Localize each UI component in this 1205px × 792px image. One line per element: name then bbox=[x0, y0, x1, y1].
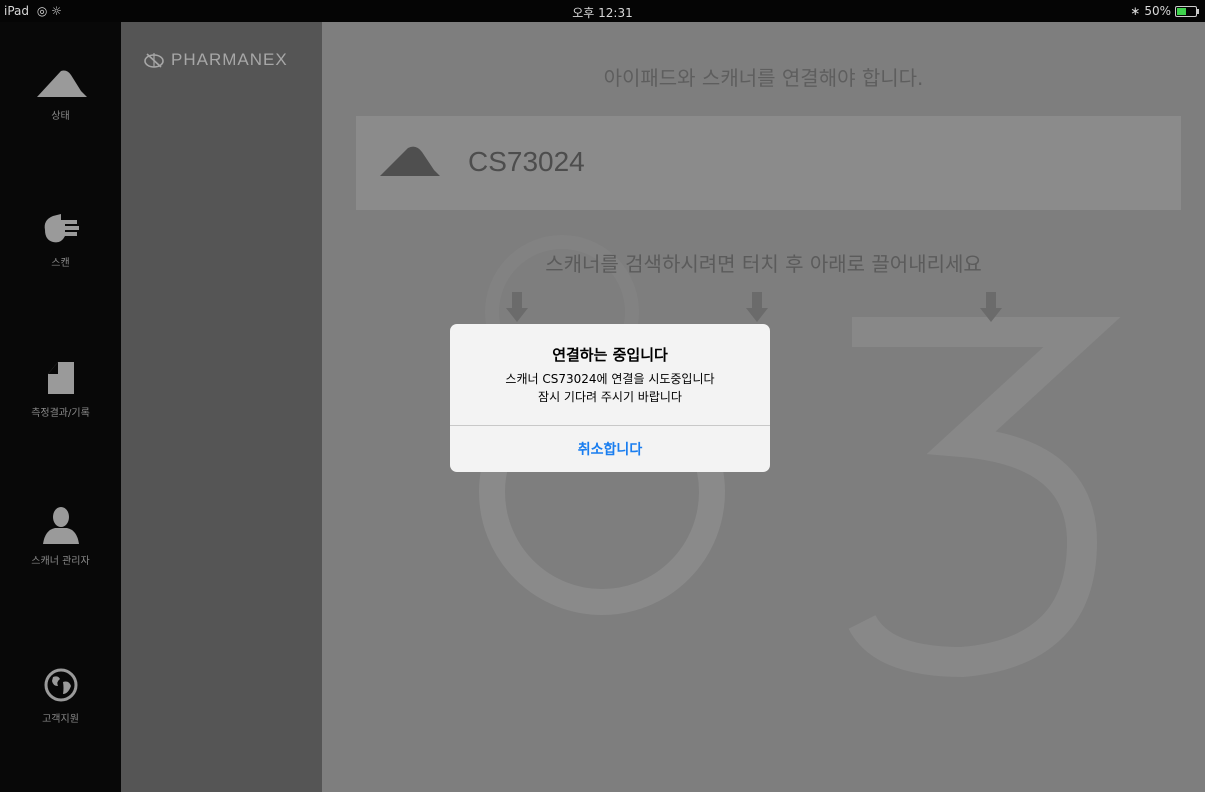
sidebar-item-status[interactable]: 상태 bbox=[0, 67, 121, 122]
sidebar-item-label: 상태 bbox=[51, 111, 70, 122]
sidebar-item-label: 스캐너 관리자 bbox=[31, 556, 90, 567]
sidebar-item-results[interactable]: 측정결과/기록 bbox=[0, 360, 121, 419]
pull-to-search-hint: 스캐너를 검색하시려면 터치 후 아래로 끌어내리세요 bbox=[545, 252, 982, 276]
arrow-down-icon bbox=[980, 292, 1002, 322]
scanner-name: CS73024 bbox=[468, 146, 585, 177]
dialog-message-line: 잠시 기다려 주시기 바랍니다 bbox=[538, 390, 682, 404]
sidebar-item-scanner-manager[interactable]: 스캐너 관리자 bbox=[0, 506, 121, 567]
arrow-down-icon bbox=[506, 292, 528, 322]
connecting-dialog: 연결하는 중입니다 스캐너 CS73024에 연결을 시도중입니다 잠시 기다려… bbox=[450, 324, 770, 472]
battery-icon bbox=[1175, 5, 1199, 17]
scanner-icon bbox=[380, 146, 440, 176]
brand-logo: PHARMANEX bbox=[143, 50, 288, 70]
bluetooth-icon: ∗ bbox=[1130, 4, 1141, 18]
scanner-list-item[interactable]: CS73024 bbox=[356, 116, 1181, 210]
battery-percent: 50% bbox=[1144, 4, 1171, 18]
clock: 오후 12:31 bbox=[572, 6, 633, 20]
sidebar-item-scan[interactable]: 스캔 bbox=[0, 212, 121, 269]
cancel-button[interactable]: 취소합니다 bbox=[450, 426, 770, 472]
sidebar-item-support[interactable]: 고객지원 bbox=[0, 668, 121, 725]
dialog-message: 스캐너 CS73024에 연결을 시도중입니다 잠시 기다려 주시기 바랍니다 bbox=[450, 370, 770, 406]
arrow-down-icon bbox=[746, 292, 768, 322]
globe-icon bbox=[44, 668, 77, 702]
hand-icon bbox=[44, 214, 79, 243]
document-icon bbox=[47, 362, 74, 394]
user-icon bbox=[42, 507, 79, 544]
sidebar-item-label: 고객지원 bbox=[42, 714, 79, 725]
brand-name: PHARMANEX bbox=[171, 50, 288, 69]
pharmanex-logo-icon bbox=[144, 53, 164, 68]
scanner-icon bbox=[36, 70, 87, 97]
sidebar-item-label: 스캔 bbox=[51, 258, 70, 269]
sidebar-item-label: 측정결과/기록 bbox=[31, 408, 90, 419]
status-bar: iPad ◎ ☼ 오후 12:31 ∗ 50% bbox=[0, 0, 1205, 22]
status-right: ∗ 50% bbox=[1130, 4, 1199, 18]
page-title: 아이패드와 스캐너를 연결해야 합니다. bbox=[603, 66, 924, 90]
dialog-title: 연결하는 중입니다 bbox=[552, 346, 668, 364]
sidebar: 상태 스캔 측정결과/기록 스캐너 관리자 고객지원 bbox=[0, 22, 121, 792]
brand-panel: PHARMANEX bbox=[121, 22, 322, 792]
dialog-message-line: 스캐너 CS73024에 연결을 시도중입니다 bbox=[505, 372, 715, 386]
